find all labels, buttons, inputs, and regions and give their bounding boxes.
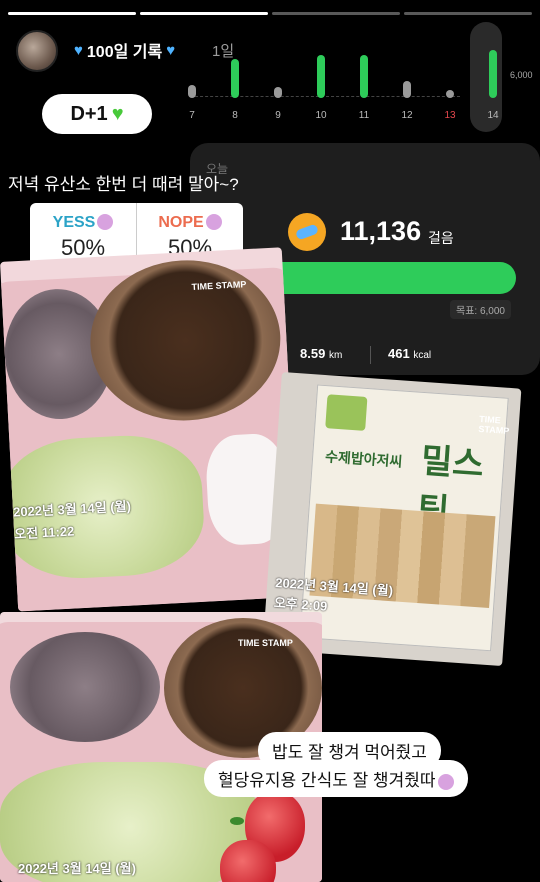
story-progress-segment bbox=[272, 12, 400, 15]
day-label-8: 8 bbox=[232, 110, 238, 121]
calories-value: 461 kcal bbox=[388, 346, 431, 361]
story-title-text: 100일 기록 bbox=[86, 44, 163, 61]
strawberry bbox=[220, 840, 276, 882]
day-label-11: 11 bbox=[358, 110, 370, 121]
steps-goal: 목표: 6,000 bbox=[450, 300, 511, 319]
day-label-12: 12 bbox=[401, 110, 413, 121]
story-progress bbox=[8, 12, 532, 15]
blue-heart-icon: ♥ bbox=[166, 41, 176, 59]
distance-number: 8.59 bbox=[300, 346, 326, 361]
steps-count: 11,136 bbox=[340, 216, 422, 246]
step-bar-12[interactable] bbox=[403, 81, 411, 98]
steps-unit: 걸음 bbox=[428, 230, 454, 246]
story-title: ♥ 100일 기록 ♥ bbox=[74, 38, 175, 62]
blue-heart-icon: ♥ bbox=[74, 41, 83, 59]
day-label-10: 10 bbox=[315, 110, 327, 121]
day-label-7: 7 bbox=[189, 110, 195, 121]
step-bar-9[interactable] bbox=[274, 87, 282, 98]
day-label-13: 13 bbox=[444, 110, 456, 121]
woman-emoji-icon bbox=[437, 773, 454, 790]
stat-divider bbox=[370, 346, 371, 364]
photo1-time: 오전 11:22 bbox=[13, 523, 75, 542]
poll-yes-label: YESS bbox=[52, 213, 96, 231]
package-badge bbox=[325, 394, 368, 431]
step-bar-14[interactable] bbox=[489, 50, 497, 98]
story-progress-segment bbox=[404, 12, 532, 15]
step-bar-8[interactable] bbox=[231, 59, 239, 98]
story-progress-segment bbox=[140, 12, 268, 15]
poll-no-label: NOPE bbox=[158, 213, 204, 231]
woman-emoji-icon bbox=[97, 214, 114, 231]
photo3-date: 2022년 3월 14일 (월) bbox=[18, 861, 136, 876]
package-title: 수제밥아저씨 bbox=[324, 448, 403, 470]
step-bar-7[interactable] bbox=[188, 85, 196, 98]
meal-photo-1: TIME STAMP 2022년 3월 14일 (월) 오전 11:22 bbox=[0, 247, 300, 612]
day-label-9: 9 bbox=[275, 110, 281, 121]
dday-badge: D+1 ♥ bbox=[42, 94, 152, 134]
sneaker-icon bbox=[288, 213, 326, 251]
story-title-dim: 1일 bbox=[212, 43, 235, 60]
avatar[interactable] bbox=[16, 30, 58, 72]
calories-unit: kcal bbox=[413, 350, 432, 361]
step-bar-13[interactable] bbox=[446, 90, 454, 98]
green-heart-icon: ♥ bbox=[111, 102, 124, 125]
step-bar-10[interactable] bbox=[317, 55, 325, 98]
distance-value: 8.59 km bbox=[300, 346, 342, 361]
strawberry-leaf bbox=[230, 817, 244, 825]
caption-line-2-text: 혈당유지용 간식도 잘 챙겨줬따 bbox=[218, 771, 436, 790]
snack-package: 수제밥아저씨 밀스틱 bbox=[299, 384, 509, 652]
calories-number: 461 bbox=[388, 346, 410, 361]
day-label-14: 14 bbox=[487, 110, 499, 121]
poll-question: 저녁 유산소 한번 더 때려 말아~? bbox=[8, 175, 239, 194]
timestamp-logo: TIME STAMP bbox=[478, 413, 510, 436]
dday-text: D+1 bbox=[70, 102, 108, 125]
woman-gesture-no-icon bbox=[205, 214, 222, 231]
chart-axis-label: 6,000 bbox=[510, 70, 533, 80]
timestamp-logo: TIME STAMP bbox=[238, 638, 293, 648]
chart-baseline bbox=[190, 96, 460, 97]
story-progress-segment bbox=[8, 12, 136, 15]
distance-unit: km bbox=[328, 350, 343, 361]
step-bar-11[interactable] bbox=[360, 55, 368, 98]
caption-line-2: 혈당유지용 간식도 잘 챙겨줬따 bbox=[204, 760, 468, 797]
rice-bowl bbox=[10, 632, 160, 742]
